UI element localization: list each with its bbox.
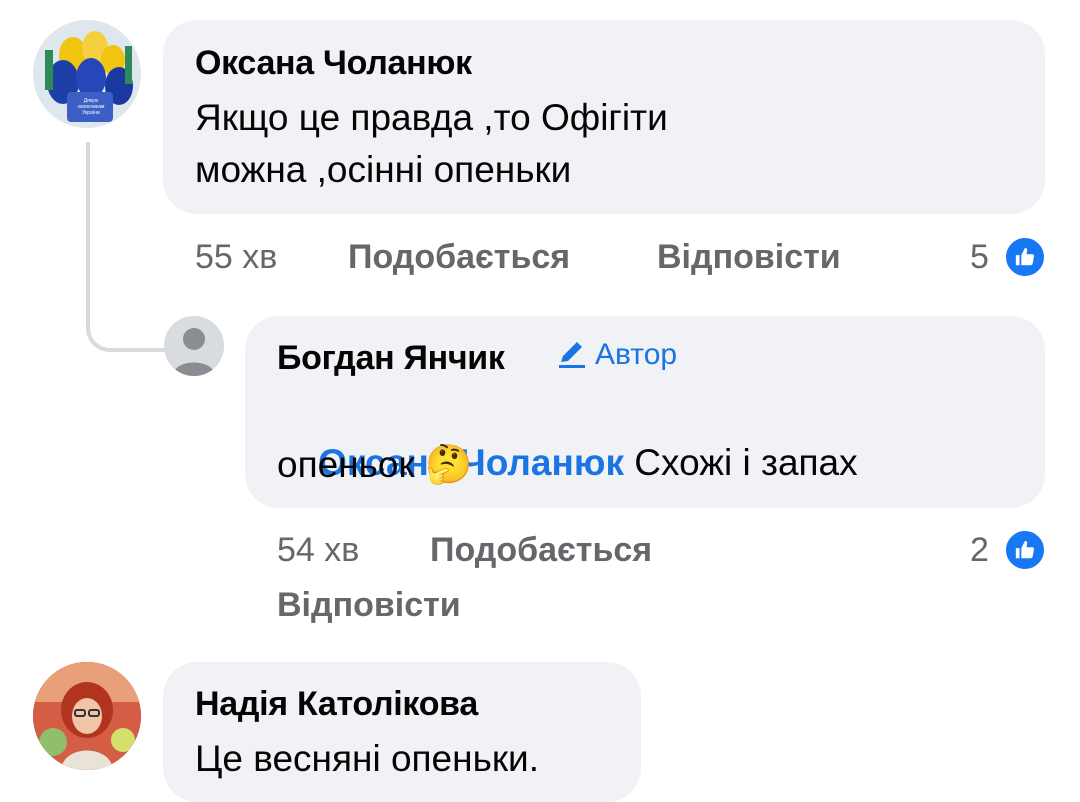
- author-badge-label: Автор: [595, 338, 678, 371]
- comment-author[interactable]: Богдан Янчик: [277, 339, 505, 378]
- comment-bubble-1: Оксана Чоланюк Якщо це правда ,то Офігіт…: [163, 20, 1045, 214]
- avatar-caption: Дякую захисникам України: [77, 98, 105, 116]
- thumbs-up-icon[interactable]: [1004, 236, 1046, 278]
- comment-author[interactable]: Надія Католікова: [195, 685, 478, 724]
- pencil-icon: [559, 342, 585, 368]
- avatar-oksana[interactable]: Дякую захисникам України: [33, 20, 141, 128]
- reply-button[interactable]: Відповісти: [277, 586, 461, 625]
- comment-text: опеньок: [277, 444, 415, 485]
- comment-text-line-2: можна ,осінні опеньки: [195, 149, 572, 190]
- like-count: 2: [970, 531, 989, 569]
- default-avatar-icon: [164, 316, 224, 376]
- thinking-face-emoji: 🤔: [424, 444, 473, 486]
- like-count: 5: [970, 238, 989, 276]
- comment-author[interactable]: Оксана Чоланюк: [195, 44, 472, 83]
- author-badge: Автор: [555, 338, 677, 372]
- comment-text-line-1: Якщо це правда ,то Офігіти: [195, 97, 668, 138]
- comment-text-line-2: опеньок 🤔: [277, 440, 472, 490]
- avatar-bohdan[interactable]: [164, 316, 224, 376]
- comment-text-rest: Схожі і запах: [623, 442, 858, 483]
- comment-text-line-1: Це весняні опеньки.: [195, 738, 539, 779]
- comment-bubble-2: Богдан Янчик Автор Оксана Чоланюк Схожі …: [245, 316, 1045, 508]
- thread-connector: [86, 142, 168, 352]
- reply-button[interactable]: Відповісти: [657, 238, 841, 277]
- like-button[interactable]: Подобається: [430, 531, 652, 570]
- comment-bubble-3: Надія Католікова Це весняні опеньки.: [163, 662, 641, 802]
- comment-time[interactable]: 54 хв: [277, 531, 359, 570]
- thumbs-up-glyph: [1015, 247, 1035, 266]
- like-button[interactable]: Подобається: [348, 238, 570, 277]
- thumbs-up-icon[interactable]: [1004, 529, 1046, 571]
- avatar-nadiia[interactable]: [33, 662, 141, 770]
- comment-time[interactable]: 55 хв: [195, 238, 277, 277]
- thumbs-up-glyph: [1015, 540, 1035, 559]
- avatar-photo: [33, 662, 141, 770]
